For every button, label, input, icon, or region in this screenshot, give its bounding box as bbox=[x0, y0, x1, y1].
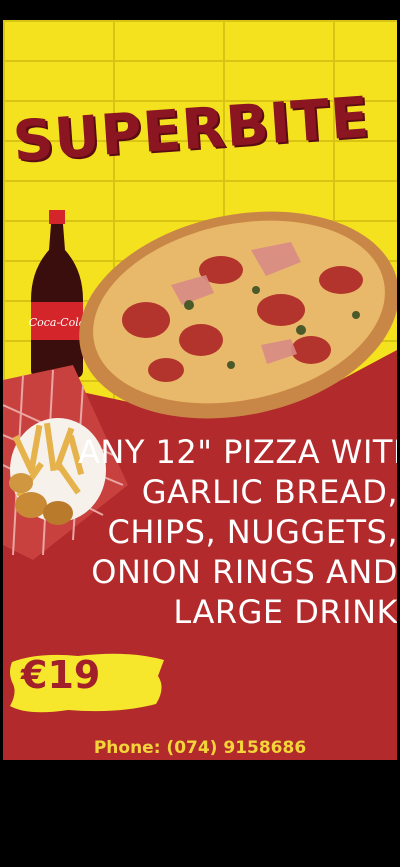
offer-line: ANY 12" PIZZA WITH bbox=[78, 433, 397, 471]
price-label: €19 bbox=[21, 653, 101, 697]
offer-line: LARGE DRINK bbox=[173, 593, 397, 631]
offer-line: GARLIC BREAD, bbox=[141, 473, 397, 511]
pizza-image bbox=[79, 211, 397, 419]
offer-text: ANY 12" PIZZA WITH GARLIC BREAD, CHIPS, … bbox=[78, 432, 397, 632]
promo-poster: SUPERBITE Coca-Cola ANY 12" PIZZA WITH G… bbox=[3, 20, 397, 760]
offer-line: ONION RINGS AND bbox=[91, 553, 397, 591]
offer-line: CHIPS, NUGGETS, bbox=[107, 513, 398, 551]
phone-number: Phone: (074) 9158686 bbox=[93, 738, 307, 758]
